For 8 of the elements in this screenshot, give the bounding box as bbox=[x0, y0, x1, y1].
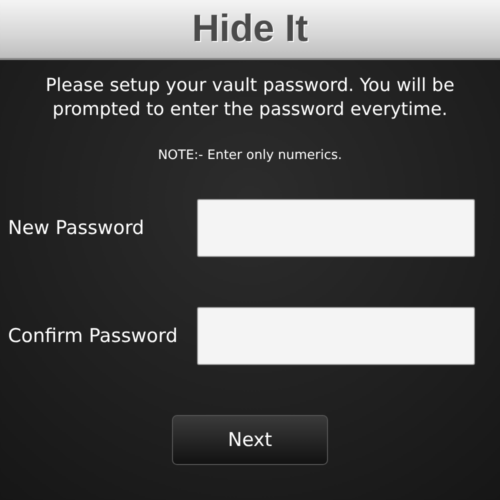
password-field[interactable] bbox=[197, 307, 475, 365]
password-field[interactable] bbox=[197, 199, 475, 257]
next-button[interactable]: Next bbox=[172, 415, 328, 465]
field-label: Confirm Password bbox=[8, 325, 178, 347]
app-title: Hide It bbox=[192, 8, 308, 50]
field-label: New Password bbox=[8, 217, 144, 239]
note-text: NOTE:- Enter only numerics. bbox=[156, 148, 344, 163]
instructions-text: Please setup your vault password. You will be prompted to enter the password everytime. bbox=[44, 74, 456, 122]
